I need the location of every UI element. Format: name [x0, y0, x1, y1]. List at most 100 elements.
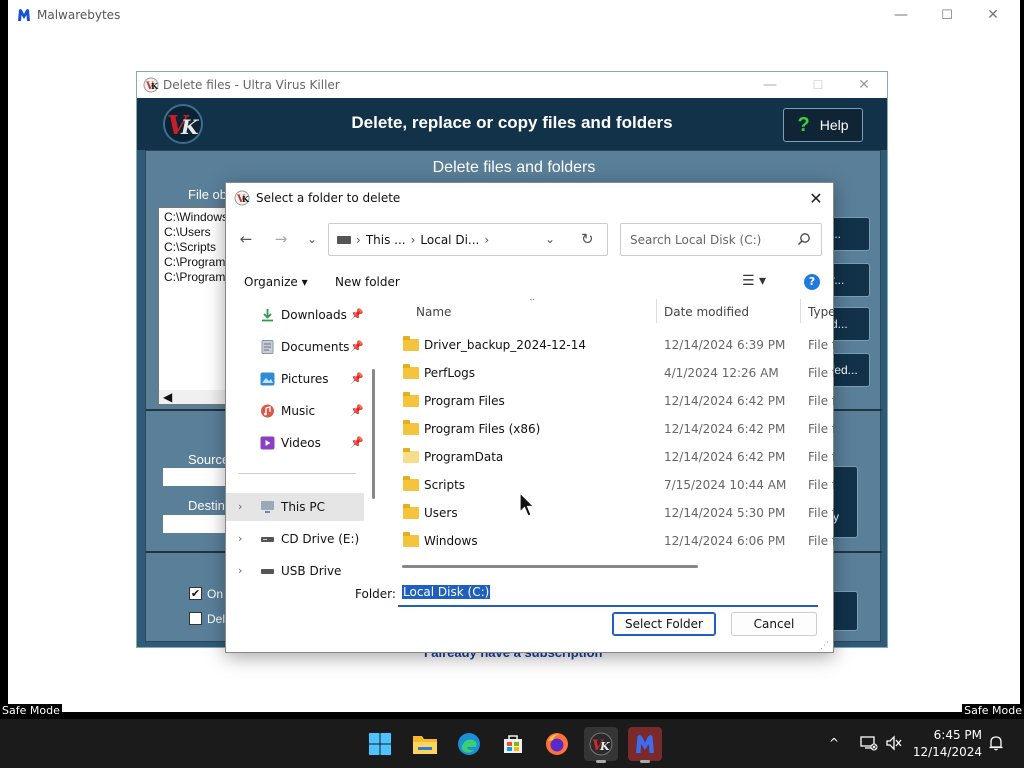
start-icon [369, 733, 391, 755]
new-folder-button[interactable]: New folder [335, 275, 400, 289]
close-button[interactable]: ✕ [970, 4, 1016, 26]
sidebar-item-this-pc[interactable]: › This PC [226, 493, 364, 521]
chevron-right-icon: › [238, 564, 243, 575]
table-row[interactable]: PerfLogs 4/1/2024 12:26 AM File fo [384, 359, 834, 387]
pin-icon: 📌 [350, 372, 364, 385]
recent-locations-button[interactable]: ⌄ [300, 228, 324, 250]
chevron-down-icon[interactable]: ⌄ [545, 232, 555, 246]
column-divider[interactable] [800, 299, 801, 323]
file-type: File fo [808, 338, 834, 352]
uvk-action-button[interactable] [830, 591, 858, 631]
file-type: File fo [808, 366, 834, 380]
source-field[interactable] [163, 468, 233, 486]
uvk-close-button[interactable]: ✕ [841, 74, 887, 96]
uvk-help-button[interactable]: ? Help [783, 108, 863, 142]
help-icon[interactable]: ? [804, 274, 820, 290]
sidebar-item-downloads[interactable]: Downloads 📌 [226, 301, 366, 329]
file-date: 12/14/2024 6:42 PM [664, 450, 786, 464]
option-checkbox-1-label: On [207, 587, 224, 601]
back-button[interactable]: ← [234, 228, 258, 250]
sidebar-item-label: This PC [281, 500, 325, 514]
table-row[interactable]: Users 12/14/2024 5:30 PM File fo [384, 499, 834, 527]
malwarebytes-titlebar: Malwarebytes — ☐ ✕ [8, 0, 1020, 30]
firefox-icon [546, 733, 568, 755]
network-icon[interactable] [860, 735, 878, 751]
column-header-date[interactable]: Date modified [664, 305, 749, 319]
taskbar-file-explorer[interactable] [408, 727, 442, 761]
organize-button[interactable]: Organize ▾ [244, 275, 308, 289]
tray-overflow-chevron-icon[interactable]: ^ [829, 736, 839, 750]
view-options-button[interactable]: ☰ ▾ [742, 273, 766, 289]
clock-date[interactable]: 12/14/2024 [905, 745, 982, 759]
minimize-button[interactable]: — [878, 4, 924, 26]
usb-drive-icon [261, 569, 274, 574]
taskbar-firefox[interactable] [540, 727, 574, 761]
clock-time[interactable]: 6:45 PM [920, 728, 982, 742]
file-date: 12/14/2024 5:30 PM [664, 506, 786, 520]
horizontal-scrollbar[interactable] [402, 565, 698, 568]
column-header-type[interactable]: Type [808, 305, 834, 319]
sidebar-item-cd-drive[interactable]: › CD Drive (E:) [226, 525, 366, 553]
volume-icon[interactable] [885, 735, 903, 751]
folder-icon [403, 336, 419, 351]
taskbar-malwarebytes[interactable] [628, 727, 662, 763]
resize-grip-icon[interactable]: ⋰ [820, 641, 830, 651]
dialog-close-button[interactable]: ✕ [804, 187, 828, 209]
malwarebytes-logo-icon [18, 9, 30, 21]
uvk-maximize-button[interactable]: ☐ [795, 74, 841, 96]
option-checkbox-1[interactable]: ✔ [189, 587, 202, 600]
folder-icon [403, 364, 419, 379]
uvk-minimize-button[interactable]: — [747, 74, 793, 96]
navigation-pane: Downloads 📌 Documents 📌 Pictures 📌 Music… [226, 299, 372, 575]
table-row[interactable]: Program Files (x86) 12/14/2024 6:42 PM F… [384, 415, 834, 443]
column-divider[interactable] [656, 299, 657, 323]
svg-text:K: K [151, 81, 159, 91]
file-name: Driver_backup_2024-12-14 [424, 338, 587, 352]
navigation-scrollbar[interactable] [372, 369, 375, 499]
chevron-right-icon: › [238, 500, 243, 513]
folder-input[interactable]: Local Disk (C:) [398, 581, 818, 607]
table-row[interactable]: ProgramData 12/14/2024 6:42 PM File fo [384, 443, 834, 471]
forward-button[interactable]: → [269, 228, 293, 250]
file-date: 12/14/2024 6:42 PM [664, 394, 786, 408]
uvk-copy-button[interactable]: y [830, 466, 858, 538]
maximize-button[interactable]: ☐ [924, 4, 970, 26]
table-row[interactable]: Windows 12/14/2024 6:06 PM File fo [384, 527, 834, 555]
folder-input-value: Local Disk (C:) [402, 585, 491, 599]
table-row[interactable]: Driver_backup_2024-12-14 12/14/2024 6:39… [384, 331, 834, 359]
select-folder-button[interactable]: Select Folder [612, 612, 716, 636]
uvk-icon: V K [589, 732, 613, 756]
taskbar-uvk[interactable]: V K [584, 727, 618, 763]
uvk-help-label: Help [819, 117, 849, 133]
table-row[interactable]: Scripts 7/15/2024 10:44 AM File fo [384, 471, 834, 499]
search-box[interactable]: Search Local Disk (C:) [620, 223, 822, 256]
cancel-button[interactable]: Cancel [731, 612, 817, 636]
taskbar-store[interactable] [496, 727, 530, 761]
sidebar-item-videos[interactable]: Videos 📌 [226, 429, 366, 457]
option-checkbox-2[interactable] [189, 612, 202, 625]
search-input[interactable]: Search Local Disk (C:) [630, 233, 761, 247]
folder-icon [403, 476, 419, 491]
file-type: File fo [808, 506, 834, 520]
sidebar-item-music[interactable]: Music 📌 [226, 397, 366, 425]
file-name: PerfLogs [424, 366, 476, 380]
cd-drive-icon [261, 537, 274, 542]
file-name: Program Files [424, 394, 505, 408]
address-bar[interactable]: › This ... › Local Di... › ⌄ ↻ [328, 223, 608, 256]
destination-field[interactable] [163, 515, 233, 533]
column-header-name[interactable]: Name [416, 305, 451, 319]
videos-icon [260, 436, 275, 450]
taskbar-edge[interactable] [452, 727, 486, 761]
table-row[interactable]: Program Files 12/14/2024 6:42 PM File fo [384, 387, 834, 415]
pin-icon: 📌 [350, 404, 364, 417]
sidebar-item-pictures[interactable]: Pictures 📌 [226, 365, 366, 393]
breadcrumb-this-pc[interactable]: This ... [366, 233, 406, 247]
search-icon [798, 233, 810, 245]
sidebar-item-usb-drive[interactable]: › USB Drive (D:) [226, 557, 366, 575]
help-question-icon: ? [797, 113, 810, 136]
breadcrumb-local-disk[interactable]: Local Di... [420, 233, 479, 247]
refresh-icon[interactable]: ↻ [581, 230, 594, 248]
notification-bell-icon[interactable] [988, 735, 1004, 751]
start-button[interactable] [363, 727, 397, 761]
sidebar-item-documents[interactable]: Documents 📌 [226, 333, 366, 361]
